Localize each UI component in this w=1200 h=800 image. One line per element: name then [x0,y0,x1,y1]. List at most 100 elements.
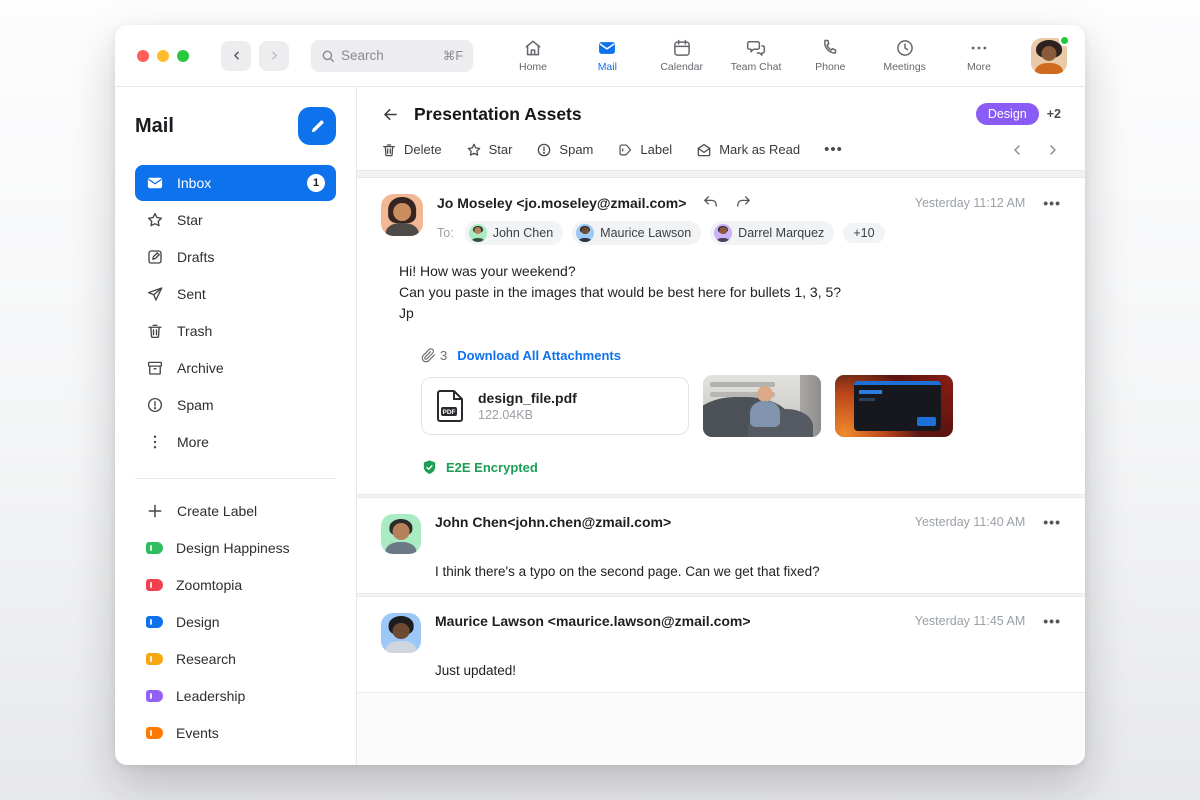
star-button[interactable]: Star [466,142,513,158]
forward-icon[interactable] [735,194,752,211]
spam-icon [536,142,552,158]
attachment-file-size: 122.04KB [478,408,577,422]
delete-button[interactable]: Delete [381,142,442,158]
profile-avatar[interactable] [1031,38,1067,74]
tab-home[interactable]: Home [507,38,559,73]
label-name: Research [176,651,236,667]
reply-icon[interactable] [702,194,719,211]
sidebar-item-more[interactable]: More [135,424,336,460]
sidebar-item-drafts[interactable]: Drafts [135,239,336,275]
sidebar-title: Mail [135,115,174,138]
thread-title: Presentation Assets [414,104,582,125]
tab-label: Mail [598,61,617,73]
message-more-button[interactable]: ••• [1043,613,1061,629]
label-research[interactable]: Research [135,641,336,677]
sidebar-item-label: Inbox [177,175,211,191]
zoom-window-button[interactable] [177,50,189,62]
sidebar-item-star[interactable]: Star [135,202,336,238]
chevron-right-icon[interactable] [1045,142,1061,158]
message-more-button[interactable]: ••• [1043,514,1061,530]
chevron-left-icon[interactable] [1009,142,1025,158]
avatar [381,613,421,653]
recipients-overflow-chip[interactable]: +10 [843,223,884,243]
archive-icon [146,359,164,377]
message-more-button[interactable]: ••• [1043,195,1061,211]
recipient-chip[interactable]: John Chen [465,221,563,245]
dots-vertical-icon [146,433,164,451]
label-events[interactable]: Events [135,715,336,751]
thread-more-labels[interactable]: +2 [1047,107,1061,121]
search-shortcut: ⌘F [443,48,463,63]
paperclip-icon [421,348,436,363]
traffic-lights [137,50,189,62]
sidebar-item-spam[interactable]: Spam [135,387,336,423]
mail-sidebar: Mail Inbox 1 Star Drafts Sent [115,87,357,765]
sender-name: Jo Moseley <jo.moseley@zmail.com> [437,195,686,211]
download-all-link[interactable]: Download All Attachments [457,348,621,363]
unread-badge: 1 [307,174,325,192]
back-to-inbox-button[interactable] [381,105,400,124]
search-input[interactable] [341,48,427,63]
message-body: Hi! How was your weekend? Can you paste … [399,261,1061,324]
sidebar-item-inbox[interactable]: Inbox 1 [135,165,336,201]
message-john-chen[interactable]: John Chen<john.chen@zmail.com> Yesterday… [357,498,1085,593]
avatar [381,194,423,236]
tab-team-chat[interactable]: Team Chat [730,38,782,73]
tab-calendar[interactable]: Calendar [656,38,708,73]
sidebar-item-sent[interactable]: Sent [135,276,336,312]
top-nav: Home Mail Calendar Team Chat Phone Meeti… [507,38,1031,73]
label-name: Design Happiness [176,540,290,556]
tab-more[interactable]: More [953,38,1005,73]
label-zoomtopia[interactable]: Zoomtopia [135,567,336,603]
mark-as-read-label: Mark as Read [719,142,800,157]
attachment-count: 3 [421,348,447,363]
thread-toolbar: Delete Star Spam Label Mark as Read [357,135,1085,170]
recipient-name: John Chen [493,226,553,240]
sidebar-item-label: Archive [177,360,224,376]
sidebar-item-label: Spam [177,397,214,413]
recipient-chip[interactable]: Maurice Lawson [572,221,701,245]
tab-mail[interactable]: Mail [581,38,633,73]
thread-label-badge[interactable]: Design [976,103,1039,125]
tab-label: Meetings [883,61,926,73]
tab-label: Calendar [660,61,703,73]
close-window-button[interactable] [137,50,149,62]
attachment-image-photo[interactable] [703,375,821,437]
recipient-name: Maurice Lawson [600,226,691,240]
label-design[interactable]: Design [135,604,336,640]
thread-pager [1009,142,1061,158]
mark-as-read-button[interactable]: Mark as Read [696,142,800,158]
sidebar-item-trash[interactable]: Trash [135,313,336,349]
minimize-window-button[interactable] [157,50,169,62]
calendar-icon [672,38,692,58]
label-tag-icon [146,579,163,591]
label-tag-icon [146,616,163,628]
search-box[interactable]: ⌘F [311,40,473,72]
create-label-button[interactable]: Create Label [135,493,336,529]
message-maurice-lawson[interactable]: Maurice Lawson <maurice.lawson@zmail.com… [357,597,1085,692]
label-button[interactable]: Label [617,142,672,158]
message-jo-moseley[interactable]: Jo Moseley <jo.moseley@zmail.com> Yester… [357,178,1085,494]
recipient-chip[interactable]: Darrel Marquez [710,221,834,245]
toolbar-more-button[interactable]: ••• [824,141,843,158]
sidebar-item-label: Star [177,212,203,228]
attachment-image-screenshot[interactable] [835,375,953,437]
encryption-status: E2E Encrypted [421,459,1061,476]
label-design-happiness[interactable]: Design Happiness [135,530,336,566]
sender-name: Maurice Lawson <maurice.lawson@zmail.com… [435,613,751,629]
sidebar-item-archive[interactable]: Archive [135,350,336,386]
message-time: Yesterday 11:12 AM [915,196,1026,210]
section-divider [357,170,1085,178]
attachment-pdf-card[interactable]: PDF design_file.pdf 122.04KB [421,377,689,435]
tab-meetings[interactable]: Meetings [879,38,931,73]
compose-button[interactable] [298,107,336,145]
tab-phone[interactable]: Phone [804,38,856,73]
label-leadership[interactable]: Leadership [135,678,336,714]
tab-label: Phone [815,61,845,73]
open-envelope-icon [696,142,712,158]
back-button[interactable] [221,41,251,71]
tab-label: Team Chat [731,61,782,73]
spam-button[interactable]: Spam [536,142,593,158]
delete-label: Delete [404,142,442,157]
forward-button[interactable] [259,41,289,71]
